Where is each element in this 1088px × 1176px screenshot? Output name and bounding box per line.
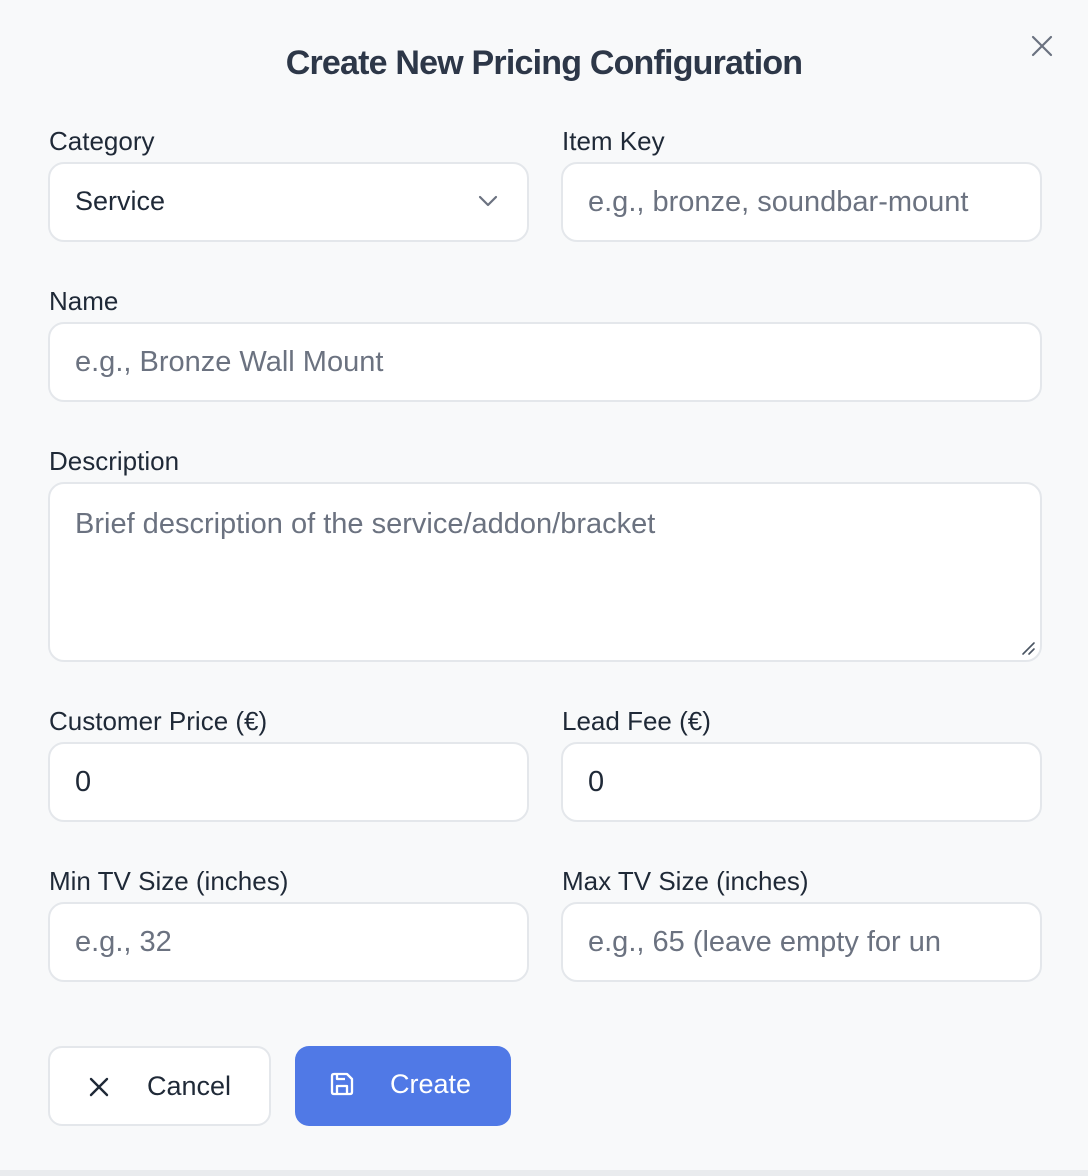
close-icon <box>1031 35 1053 57</box>
customer-price-input[interactable] <box>50 744 527 820</box>
min-tv-size-field-wrapper <box>48 902 529 982</box>
close-button[interactable] <box>1026 30 1058 62</box>
cancel-button[interactable]: Cancel <box>48 1046 271 1126</box>
create-button-label: Create <box>390 1069 472 1099</box>
close-icon <box>89 1077 109 1097</box>
resize-handle-icon[interactable] <box>1020 640 1036 656</box>
name-field-wrapper <box>48 322 1042 402</box>
category-selected-value: Service <box>75 186 166 216</box>
category-label: Category <box>49 126 155 156</box>
item-key-input[interactable] <box>563 164 1040 240</box>
item-key-field-wrapper <box>561 162 1042 242</box>
create-button[interactable]: Create <box>295 1046 511 1126</box>
lead-fee-label: Lead Fee (€) <box>562 706 711 736</box>
lead-fee-input[interactable] <box>563 744 1040 820</box>
min-tv-size-input[interactable] <box>50 904 527 980</box>
max-tv-size-label: Max TV Size (inches) <box>562 866 809 896</box>
description-field-wrapper <box>48 482 1042 662</box>
max-tv-size-input[interactable] <box>563 904 1040 980</box>
category-select[interactable]: Service <box>48 162 529 242</box>
name-input[interactable] <box>50 324 1040 400</box>
item-key-label: Item Key <box>562 126 665 156</box>
customer-price-field-wrapper <box>48 742 529 822</box>
dialog-title: Create New Pricing Configuration <box>285 44 803 82</box>
name-label: Name <box>49 286 119 316</box>
description-textarea[interactable] <box>50 484 1040 660</box>
save-icon <box>330 1072 354 1096</box>
max-tv-size-field-wrapper <box>561 902 1042 982</box>
chevron-down-icon <box>478 195 498 207</box>
cancel-button-label: Cancel <box>147 1071 232 1101</box>
customer-price-label: Customer Price (€) <box>49 706 268 736</box>
lead-fee-field-wrapper <box>561 742 1042 822</box>
description-label: Description <box>49 446 180 476</box>
min-tv-size-label: Min TV Size (inches) <box>49 866 289 896</box>
pricing-config-dialog: Create New Pricing Configuration Categor… <box>0 0 1088 1170</box>
